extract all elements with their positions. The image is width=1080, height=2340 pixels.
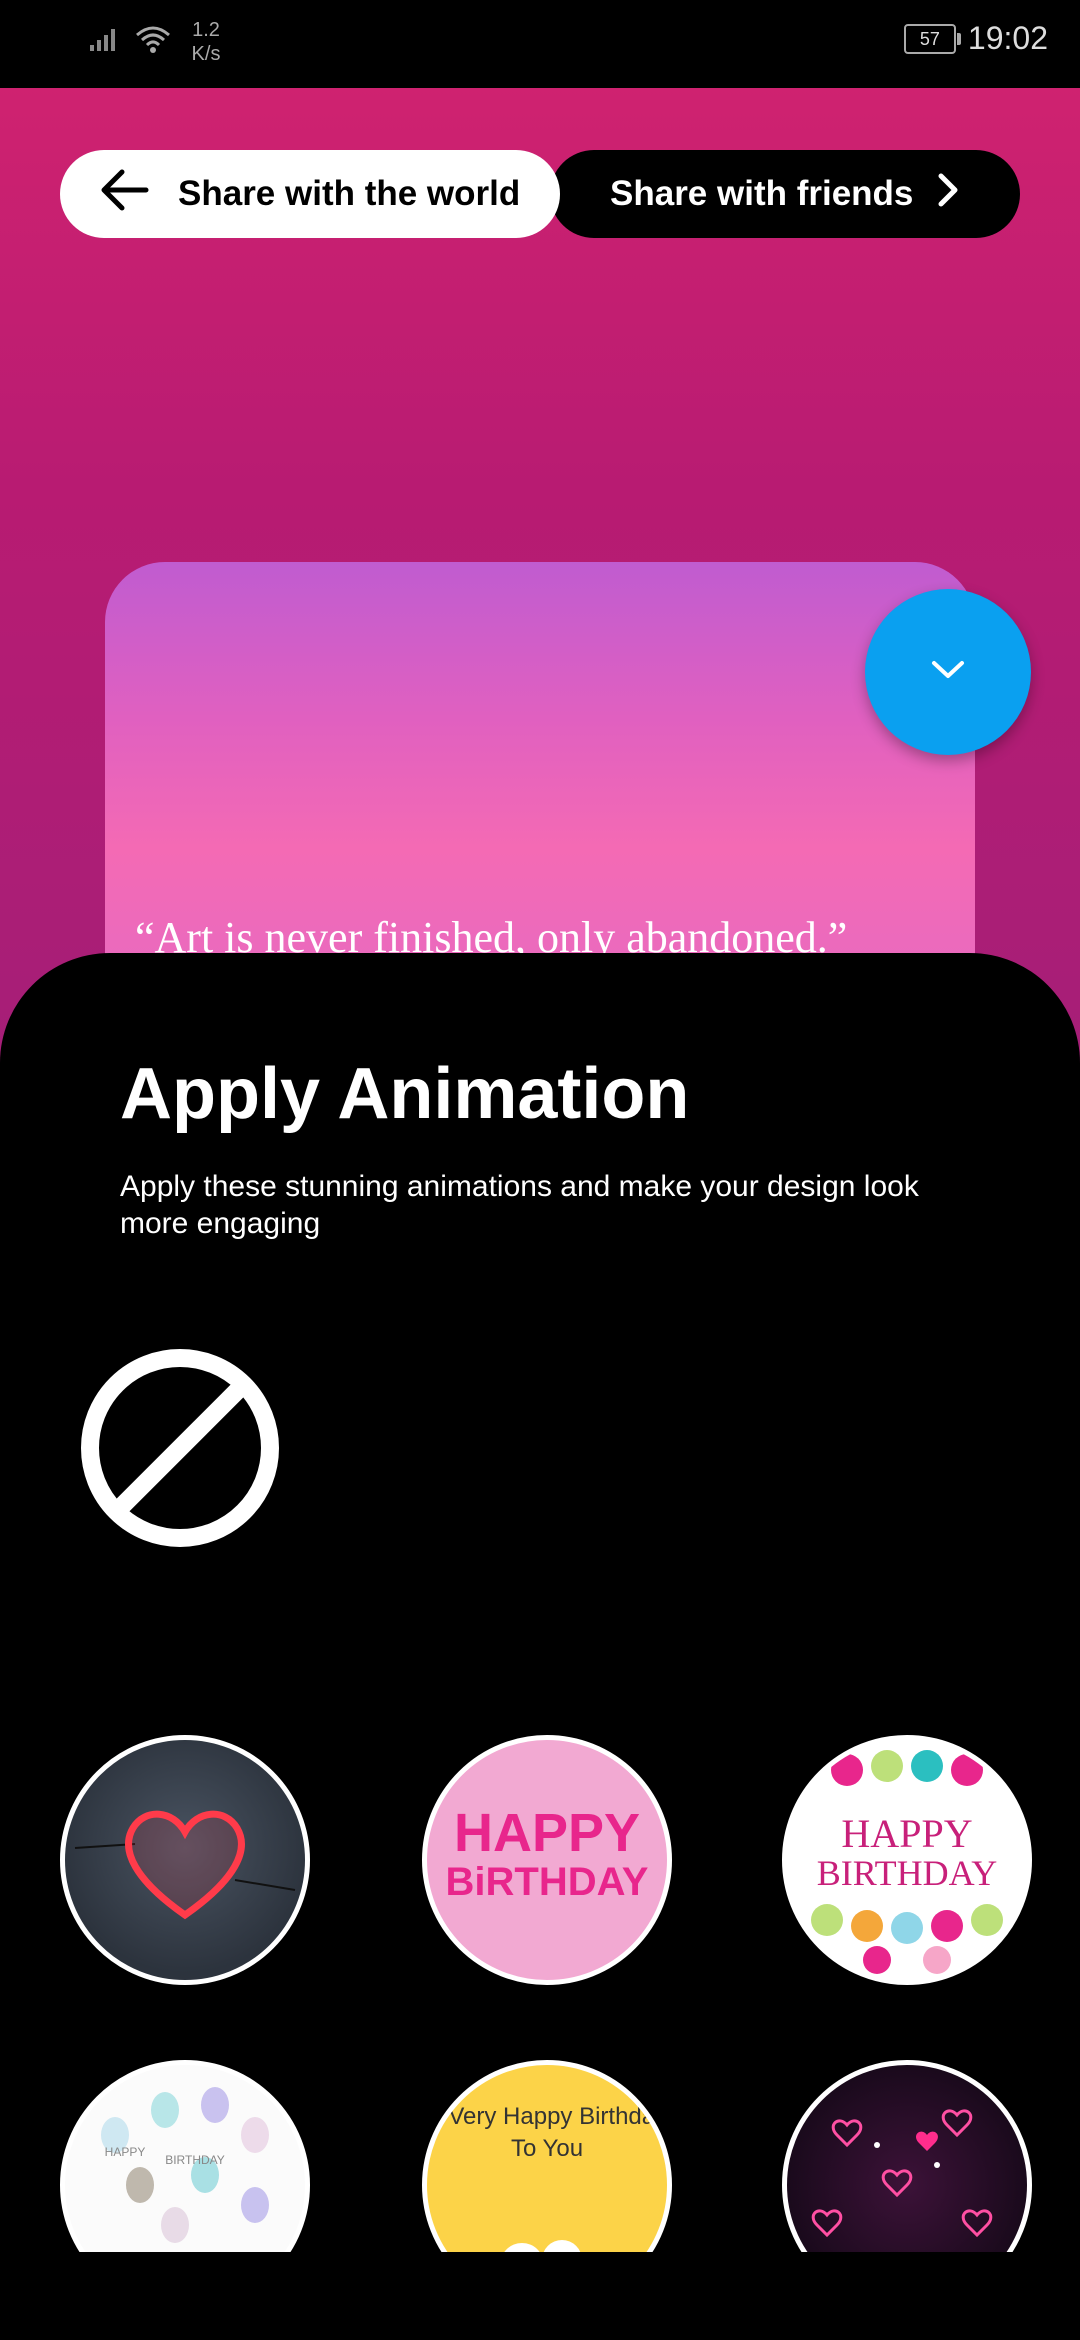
bday1-line2: BiRTHDAY xyxy=(445,1860,649,1904)
no-animation-option[interactable] xyxy=(80,1348,280,1548)
animation-happy-birthday-hearts[interactable]: HAPPY BIRTHDAY xyxy=(782,1735,1032,1985)
balloons-text2: BIRTHDAY xyxy=(165,2153,225,2167)
animation-neon-heart[interactable] xyxy=(60,1735,310,1985)
apply-animation-sheet: Apply Animation Apply these stunning ani… xyxy=(0,953,1080,2253)
bottom-navigation-area xyxy=(0,2252,1080,2340)
share-with-friends-button[interactable]: Share with friends xyxy=(550,150,1020,238)
network-speed: 1.2 K/s xyxy=(186,18,226,66)
signal-icon xyxy=(88,27,120,58)
chevron-right-icon xyxy=(913,172,961,217)
bday1-line1: HAPPY xyxy=(453,1803,641,1863)
collapse-button[interactable] xyxy=(865,589,1031,755)
net-speed-value: 1.2 xyxy=(192,19,220,41)
animation-happy-birthday-pink[interactable]: HAPPY BiRTHDAY xyxy=(422,1735,672,1985)
no-animation-icon xyxy=(80,1349,280,1552)
sheet-description: Apply these stunning animations and make… xyxy=(120,1170,919,1240)
share-with-the-world-button[interactable]: Share with the world xyxy=(60,150,560,238)
arrow-left-icon xyxy=(98,168,178,221)
sheet-title: Apply Animation xyxy=(120,1054,690,1134)
battery-level: 57 xyxy=(919,28,940,49)
bday2-line1: HAPPY xyxy=(841,1811,973,1856)
clock: 19:02 xyxy=(967,20,1048,56)
share-world-label: Share with the world xyxy=(178,174,521,213)
status-right: 57 19:02 xyxy=(903,20,1048,57)
net-speed-unit: K/s xyxy=(191,43,221,65)
battery-icon: 57 xyxy=(903,23,961,54)
bday2-line2: BIRTHDAY xyxy=(816,1853,998,1893)
status-bar: 1.2 K/s 57 19:02 xyxy=(0,0,1080,88)
status-left: 1.2 K/s xyxy=(88,18,226,66)
chevron-down-icon xyxy=(928,657,968,688)
share-friends-label: Share with friends xyxy=(610,174,914,213)
wifi-icon xyxy=(134,25,172,60)
